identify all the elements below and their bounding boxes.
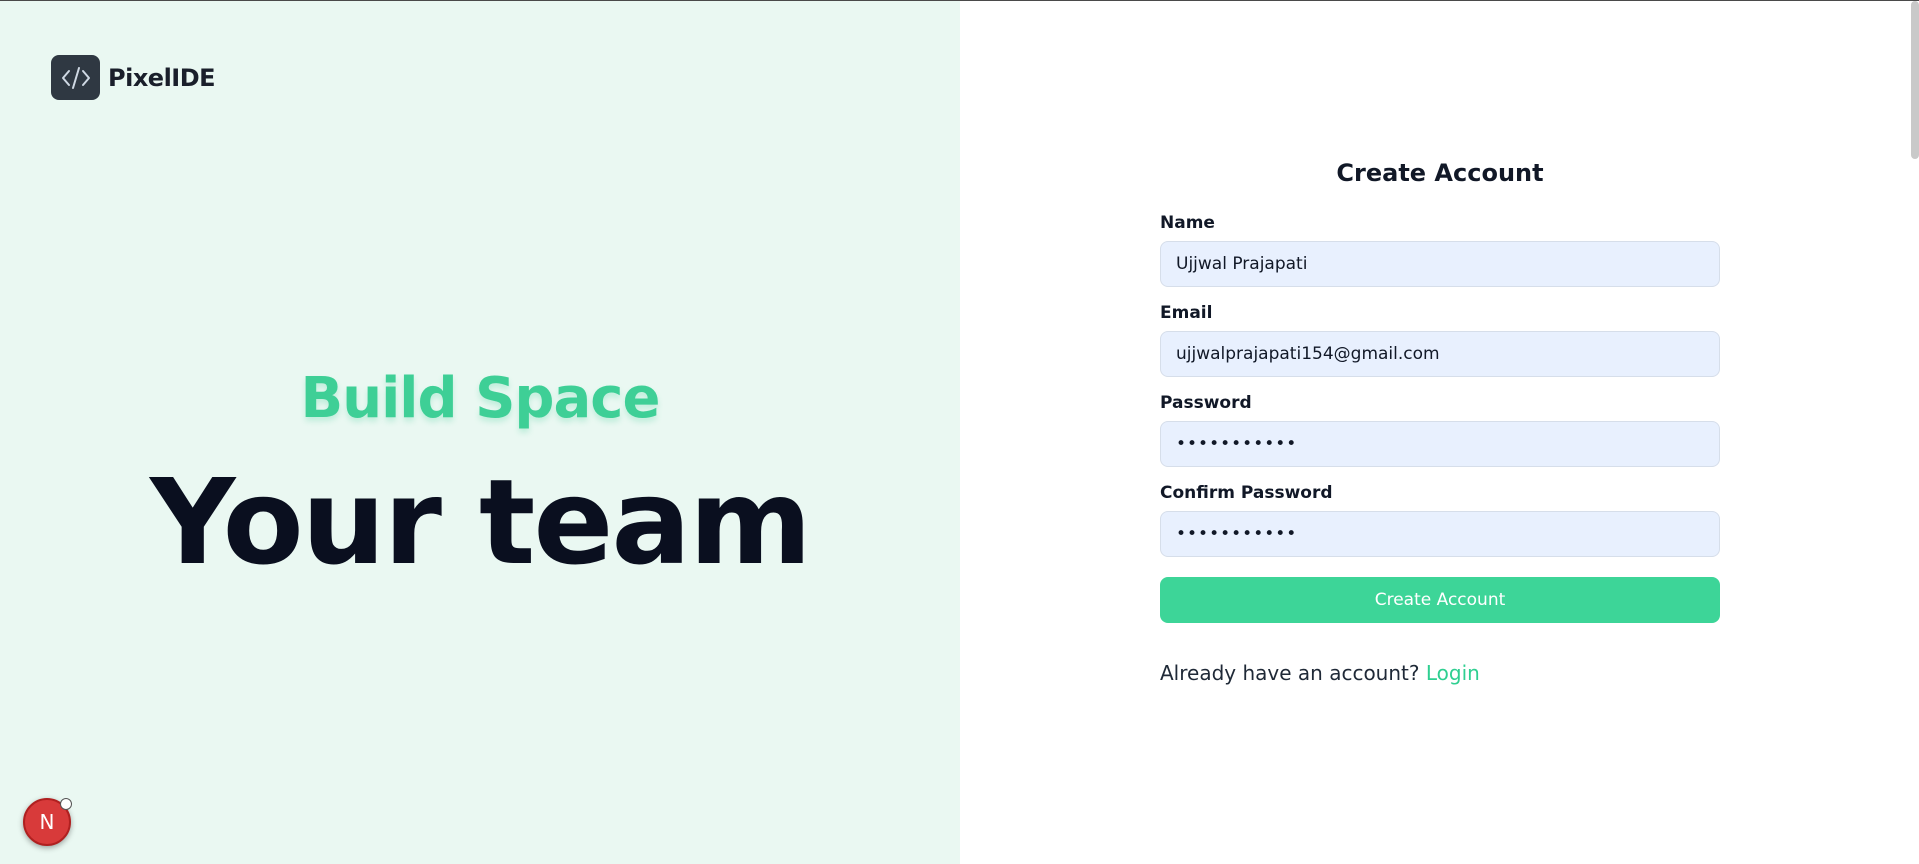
form-title: Create Account bbox=[1336, 159, 1544, 187]
hero-headline: Your team bbox=[150, 453, 812, 591]
login-link[interactable]: Login bbox=[1426, 661, 1480, 685]
password-input[interactable] bbox=[1160, 421, 1720, 467]
signup-form: Create Account Name Email Password Confi… bbox=[1160, 159, 1720, 685]
hero-subtitle: Build Space bbox=[300, 366, 661, 431]
confirm-password-field-group: Confirm Password bbox=[1160, 483, 1720, 557]
login-prompt: Already have an account? bbox=[1160, 661, 1420, 685]
confirm-password-input[interactable] bbox=[1160, 511, 1720, 557]
password-field-group: Password bbox=[1160, 393, 1720, 467]
brand-name: PixelIDE bbox=[108, 63, 216, 92]
name-field-group: Name bbox=[1160, 213, 1720, 287]
nextjs-icon[interactable]: N bbox=[23, 798, 72, 846]
create-account-button[interactable]: Create Account bbox=[1160, 577, 1720, 623]
login-row: Already have an account? Login bbox=[1160, 661, 1720, 685]
code-brackets-icon bbox=[51, 55, 100, 100]
hero: Build Space Your team bbox=[0, 366, 960, 591]
left-panel: PixelIDE Build Space Your team N bbox=[0, 1, 960, 864]
email-input[interactable] bbox=[1160, 331, 1720, 377]
name-label: Name bbox=[1160, 213, 1215, 233]
brand[interactable]: PixelIDE bbox=[51, 55, 216, 100]
page: PixelIDE Build Space Your team N Create … bbox=[0, 0, 1919, 864]
right-panel: Create Account Name Email Password Confi… bbox=[960, 1, 1919, 864]
badge-indicator-dot bbox=[60, 798, 72, 810]
dev-badge-letter: N bbox=[39, 810, 55, 834]
confirm-password-label: Confirm Password bbox=[1160, 483, 1333, 503]
name-input[interactable] bbox=[1160, 241, 1720, 287]
scrollbar-thumb[interactable] bbox=[1911, 1, 1919, 159]
email-label: Email bbox=[1160, 303, 1213, 323]
password-label: Password bbox=[1160, 393, 1252, 413]
email-field-group: Email bbox=[1160, 303, 1720, 377]
